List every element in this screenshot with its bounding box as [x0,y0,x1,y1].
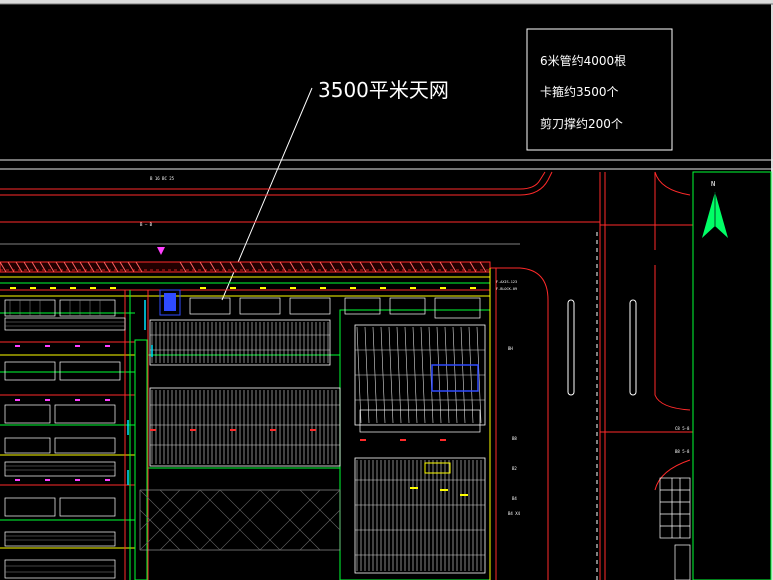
north-arrow-label: N [711,180,715,188]
building-tag-1: F-AXIS-123 [496,280,517,284]
right-tag-2: B8 5-8 [675,449,690,454]
section-marker-icon [157,247,165,255]
callout-label: 3500平米天网 [318,78,449,102]
notes-box: 6米管约4000根 卡箍约3500个 剪刀撑约200个 [526,28,673,151]
axis-label: B — B [140,222,153,227]
plot-label-3: B8 [512,436,517,441]
building-tag-2: F-BLOCK-09 [496,287,517,291]
cad-drawing-canvas: 6米管约4000根 卡箍约3500个 剪刀撑约200个 3500平米天网 N B… [0,0,773,580]
right-tag-1: C8 5-8 [675,426,690,431]
note-line-1: 6米管约4000根 [540,53,626,68]
lane-marks [567,232,637,580]
note-line-2: 卡箍约3500个 [540,84,619,99]
left-building-details [5,300,125,573]
plot-label-5: B4 [512,496,517,501]
plot-label-4: B2 [512,466,517,471]
note-line-3: 剪刀撑约200个 [540,116,623,131]
red-hatch-strip [0,261,491,273]
road-lines-top [0,171,693,580]
scattered-symbols [10,287,476,496]
road-label-top: B 16 BC 25 [150,176,175,181]
north-arrow [702,192,728,238]
scaffold-hatch [150,322,485,571]
roof-crosshatch [139,489,341,551]
plot-label-2: B4 X4 [508,511,521,516]
right-frame-building [659,477,691,580]
plot-label-1: BH [508,346,513,351]
top-edge-bar [0,0,773,4]
